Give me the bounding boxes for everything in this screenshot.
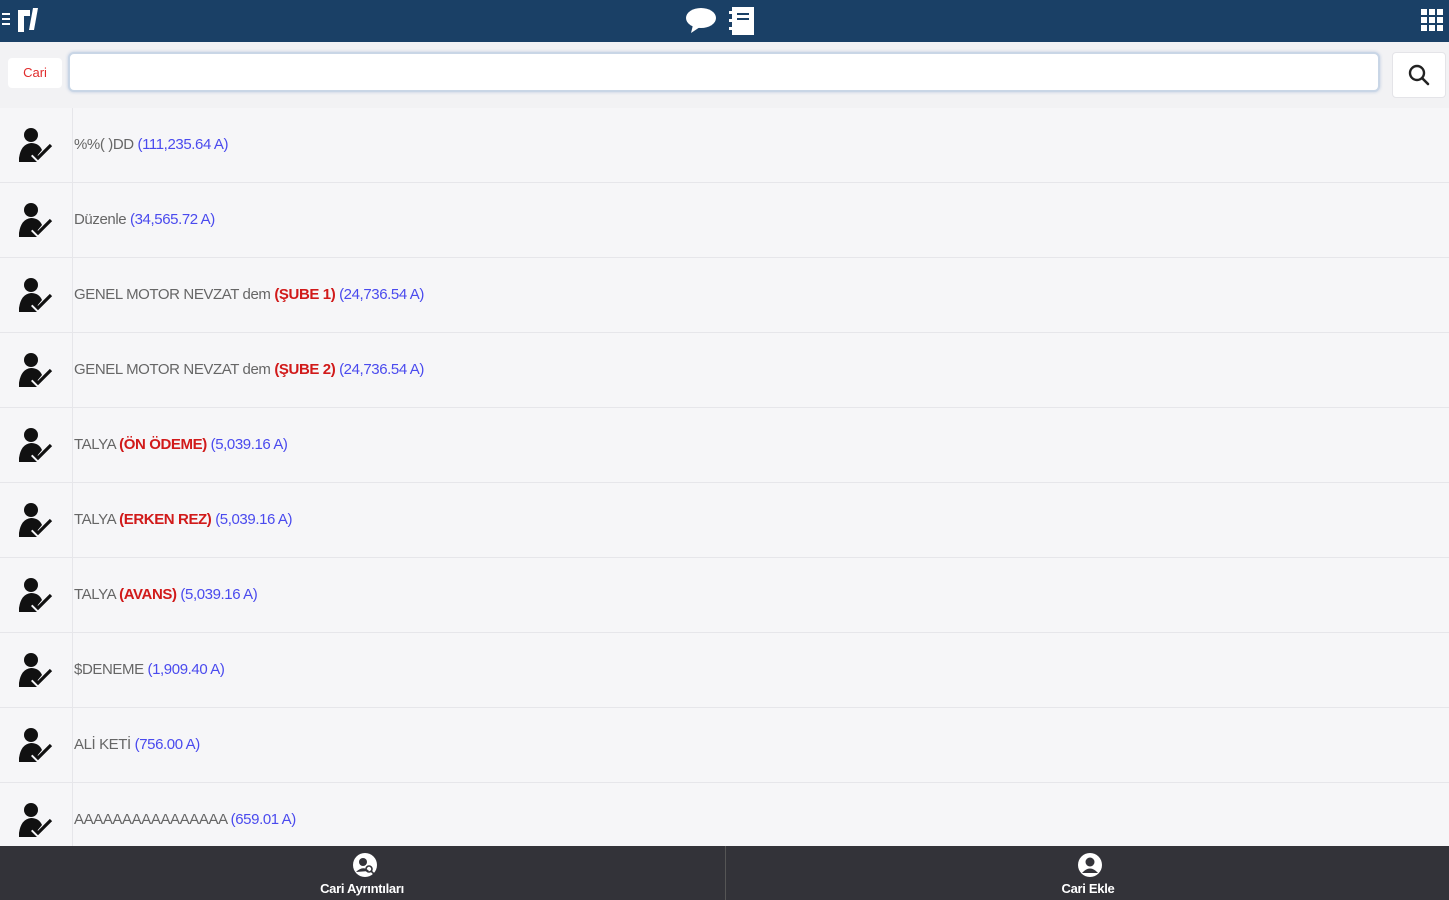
search-button[interactable]: [1392, 52, 1446, 98]
account-text: ALİ KETİ (756.00 A): [74, 708, 200, 782]
search-input[interactable]: [68, 52, 1380, 92]
account-text: GENEL MOTOR NEVZAT dem (ŞUBE 1) (24,736.…: [74, 258, 424, 332]
account-branch: (ŞUBE 2): [274, 361, 336, 378]
account-balance: (659.01 A): [230, 811, 297, 828]
add-account-label: Cari Ekle: [1061, 881, 1115, 896]
user-check-icon: [0, 783, 73, 846]
chat-icon[interactable]: [684, 5, 718, 35]
account-name: AAAAAAAAAAAAAAAA: [74, 811, 227, 828]
account-text: GENEL MOTOR NEVZAT dem (ŞUBE 2) (24,736.…: [74, 333, 424, 407]
user-check-icon: [0, 108, 73, 182]
account-balance: (756.00 A): [134, 736, 201, 753]
search-category-label[interactable]: Cari: [8, 58, 62, 88]
add-account-tab[interactable]: Cari Ekle: [726, 846, 1449, 900]
account-row[interactable]: %%( )DD (111,235.64 A): [0, 108, 1449, 183]
account-name: TALYA: [74, 511, 116, 528]
add-user-icon: [1077, 852, 1103, 878]
apps-grid-icon[interactable]: [1418, 6, 1446, 34]
user-check-icon: [0, 258, 73, 332]
user-check-icon: [0, 708, 73, 782]
account-name: ALİ KETİ: [74, 736, 131, 753]
account-balance: (34,565.72 A): [130, 211, 215, 228]
account-balance: (5,039.16 A): [180, 586, 258, 603]
account-branch: (ERKEN REZ): [119, 511, 212, 528]
account-text: $DENEME (1,909.40 A): [74, 633, 225, 707]
account-name: GENEL MOTOR NEVZAT dem: [74, 286, 271, 303]
account-row[interactable]: ALİ KETİ (756.00 A): [0, 708, 1449, 783]
search-user-icon: [352, 852, 378, 878]
account-row[interactable]: GENEL MOTOR NEVZAT dem (ŞUBE 1) (24,736.…: [0, 258, 1449, 333]
account-row[interactable]: $DENEME (1,909.40 A): [0, 633, 1449, 708]
account-row[interactable]: GENEL MOTOR NEVZAT dem (ŞUBE 2) (24,736.…: [0, 333, 1449, 408]
account-name: GENEL MOTOR NEVZAT dem: [74, 361, 271, 378]
user-check-icon: [0, 333, 73, 407]
account-balance: (111,235.64 A): [137, 136, 229, 153]
account-balance: (5,039.16 A): [210, 436, 288, 453]
account-details-tab[interactable]: Cari Ayrıntıları: [0, 846, 724, 900]
app-logo-icon[interactable]: [14, 6, 40, 34]
account-row[interactable]: Düzenle (34,565.72 A): [0, 183, 1449, 258]
account-name: Düzenle: [74, 211, 127, 228]
account-branch: (ŞUBE 1): [274, 286, 336, 303]
top-bar: [0, 0, 1449, 42]
user-check-icon: [0, 183, 73, 257]
account-text: AAAAAAAAAAAAAAAA (659.01 A): [74, 783, 296, 846]
account-text: TALYA (ÖN ÖDEME) (5,039.16 A): [74, 408, 288, 482]
search-icon: [1408, 64, 1430, 86]
menu-icon[interactable]: [2, 10, 12, 30]
account-name: $DENEME: [74, 661, 144, 678]
account-list: %%( )DD (111,235.64 A) Düzenle (34,565.72…: [0, 108, 1449, 846]
account-name: %%( )DD: [74, 136, 134, 153]
account-balance: (24,736.54 A): [339, 361, 424, 378]
user-check-icon: [0, 633, 73, 707]
search-bar: Cari: [0, 42, 1449, 109]
account-text: TALYA (AVANS) (5,039.16 A): [74, 558, 258, 632]
notebook-icon[interactable]: [728, 5, 758, 37]
account-name: TALYA: [74, 436, 116, 453]
account-row[interactable]: AAAAAAAAAAAAAAAA (659.01 A): [0, 783, 1449, 846]
user-check-icon: [0, 483, 73, 557]
account-branch: (AVANS): [119, 586, 177, 603]
bottom-bar: Cari Ayrıntıları Cari Ekle: [0, 846, 1449, 900]
account-balance: (24,736.54 A): [339, 286, 424, 303]
account-details-label: Cari Ayrıntıları: [320, 881, 404, 896]
user-check-icon: [0, 408, 73, 482]
account-text: %%( )DD (111,235.64 A): [74, 108, 228, 182]
account-text: Düzenle (34,565.72 A): [74, 183, 215, 257]
account-text: TALYA (ERKEN REZ) (5,039.16 A): [74, 483, 293, 557]
account-row[interactable]: TALYA (ÖN ÖDEME) (5,039.16 A): [0, 408, 1449, 483]
account-row[interactable]: TALYA (ERKEN REZ) (5,039.16 A): [0, 483, 1449, 558]
account-balance: (5,039.16 A): [215, 511, 293, 528]
user-check-icon: [0, 558, 73, 632]
account-branch: (ÖN ÖDEME): [119, 436, 207, 453]
account-name: TALYA: [74, 586, 116, 603]
account-balance: (1,909.40 A): [147, 661, 225, 678]
account-row[interactable]: TALYA (AVANS) (5,039.16 A): [0, 558, 1449, 633]
